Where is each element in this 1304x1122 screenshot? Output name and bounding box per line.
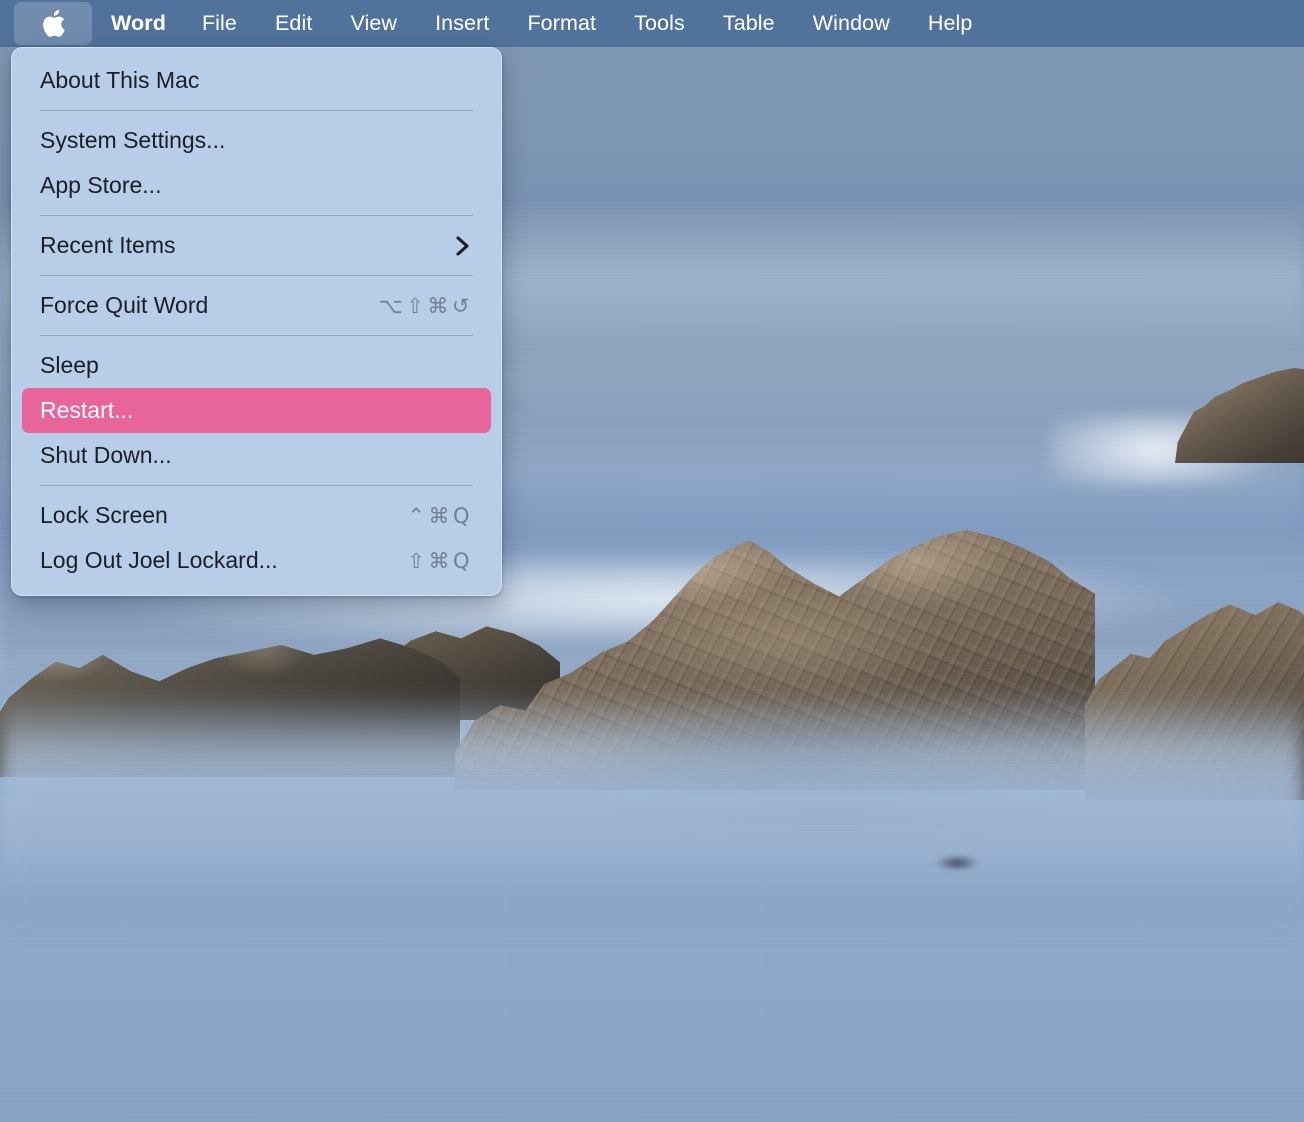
menu-item-label: Sleep bbox=[40, 352, 99, 378]
menu-item-about-this-mac[interactable]: About This Mac bbox=[22, 58, 491, 103]
menu-bar-item-table[interactable]: Table bbox=[704, 4, 794, 43]
menu-item-system-settings[interactable]: System Settings... bbox=[22, 118, 491, 163]
menu-item-label: Restart... bbox=[40, 397, 134, 423]
menu-item-sleep[interactable]: Sleep bbox=[22, 343, 491, 388]
menu-bar-item-word[interactable]: Word bbox=[94, 4, 183, 43]
apple-menu-button[interactable] bbox=[14, 2, 92, 45]
menu-bar-item-insert[interactable]: Insert bbox=[416, 4, 508, 43]
menu-item-label: Force Quit Word bbox=[40, 292, 209, 318]
menu-item-label: App Store... bbox=[40, 172, 162, 198]
menu-item-restart[interactable]: Restart... bbox=[22, 388, 491, 433]
menu-item-label: Shut Down... bbox=[40, 442, 172, 468]
menu-bar-item-window[interactable]: Window bbox=[794, 4, 909, 43]
menu-bar-item-edit[interactable]: Edit bbox=[256, 4, 331, 43]
apple-logo-icon bbox=[40, 8, 66, 39]
menu-separator bbox=[40, 275, 473, 276]
chevron-right-icon bbox=[453, 234, 473, 258]
apple-dropdown-menu: About This Mac System Settings... App St… bbox=[11, 47, 502, 596]
menu-item-label: Recent Items bbox=[40, 232, 176, 258]
menu-bar-item-view[interactable]: View bbox=[331, 4, 416, 43]
menu-item-label: Lock Screen bbox=[40, 502, 168, 528]
menu-bar-item-format[interactable]: Format bbox=[508, 4, 615, 43]
menu-item-shortcut: ⌃⌘Q bbox=[407, 503, 473, 528]
menu-item-app-store[interactable]: App Store... bbox=[22, 163, 491, 208]
menu-item-force-quit-word[interactable]: Force Quit Word ⌥⇧⌘↺ bbox=[22, 283, 491, 328]
menu-item-label: About This Mac bbox=[40, 67, 200, 93]
menu-item-recent-items[interactable]: Recent Items bbox=[22, 223, 491, 268]
menu-item-log-out[interactable]: Log Out Joel Lockard... ⇧⌘Q bbox=[22, 538, 491, 583]
menu-bar: Word File Edit View Insert Format Tools … bbox=[0, 0, 1304, 47]
menu-item-shut-down[interactable]: Shut Down... bbox=[22, 433, 491, 478]
menu-item-shortcut: ⌥⇧⌘↺ bbox=[378, 293, 473, 318]
menu-item-label: Log Out Joel Lockard... bbox=[40, 547, 278, 573]
menu-bar-item-help[interactable]: Help bbox=[909, 4, 992, 43]
menu-bar-item-tools[interactable]: Tools bbox=[615, 4, 704, 43]
menu-separator bbox=[40, 215, 473, 216]
menu-separator bbox=[40, 335, 473, 336]
menu-item-label: System Settings... bbox=[40, 127, 226, 153]
menu-bar-item-file[interactable]: File bbox=[183, 4, 256, 43]
menu-separator bbox=[40, 485, 473, 486]
menu-item-lock-screen[interactable]: Lock Screen ⌃⌘Q bbox=[22, 493, 491, 538]
menu-separator bbox=[40, 110, 473, 111]
menu-item-shortcut: ⇧⌘Q bbox=[407, 548, 473, 573]
